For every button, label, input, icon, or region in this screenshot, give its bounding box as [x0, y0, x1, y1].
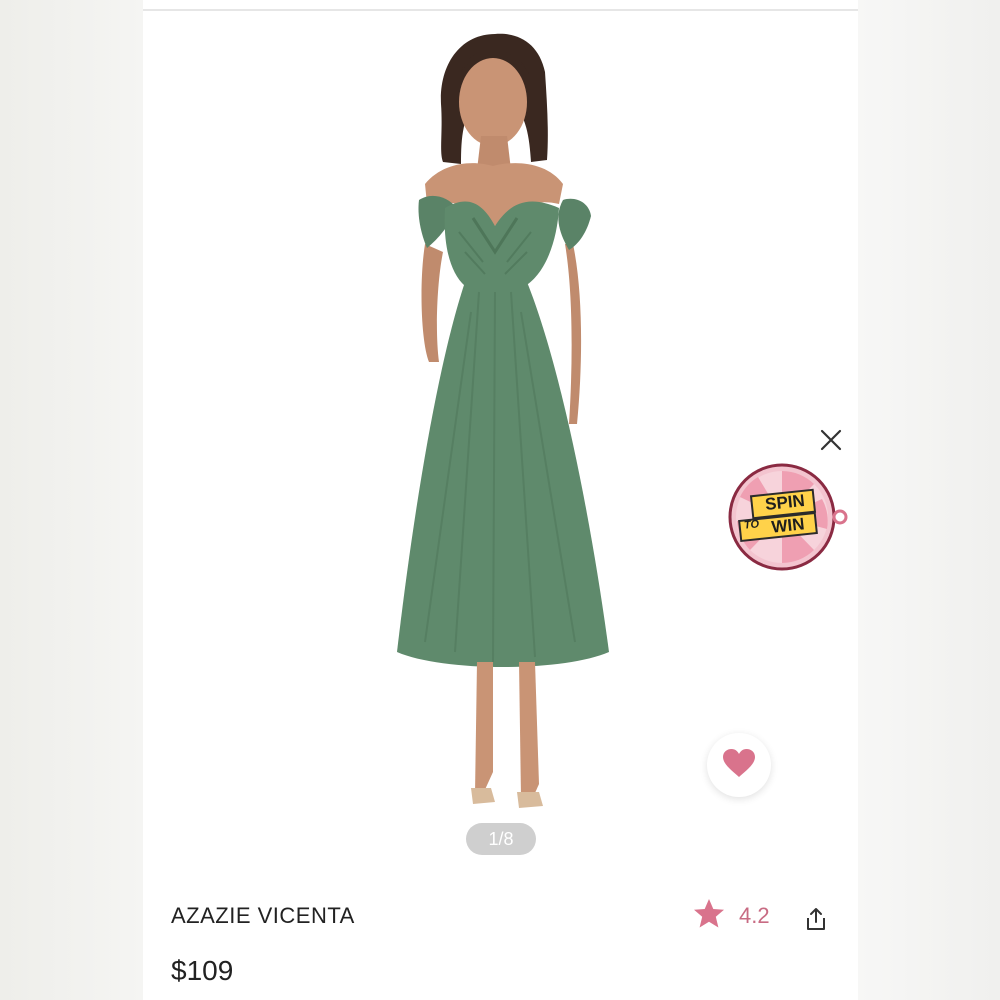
promo-close-button[interactable]	[819, 429, 843, 456]
product-title: AZAZIE VICENTA	[171, 903, 355, 928]
product-rating[interactable]: 4.2	[693, 898, 770, 934]
share-icon	[805, 908, 827, 935]
spin-to-win-widget[interactable]: SPIN TO WIN	[728, 463, 850, 573]
rating-value: 4.2	[739, 903, 770, 928]
share-button[interactable]	[805, 907, 827, 931]
heart-icon	[722, 748, 756, 783]
background-left	[0, 0, 143, 1000]
to-label: TO	[743, 518, 760, 532]
product-price: $109	[171, 955, 234, 986]
image-page-indicator: 1/8	[466, 823, 536, 855]
header-divider	[143, 9, 858, 11]
background-right	[858, 0, 1000, 1000]
close-icon	[820, 429, 842, 456]
star-icon	[693, 898, 725, 935]
wishlist-button[interactable]	[707, 733, 771, 797]
product-page: 1/8 SPIN TO WIN AZAZIE VICENTA $109 4.2	[143, 0, 858, 1000]
